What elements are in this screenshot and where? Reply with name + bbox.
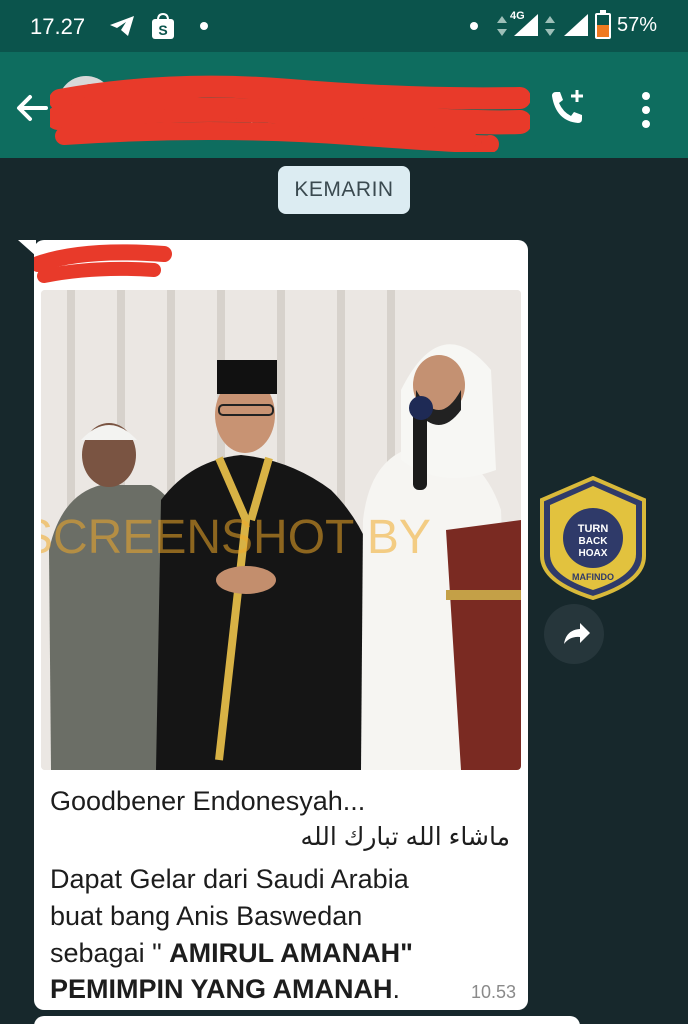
notification-dot — [470, 22, 478, 30]
message-text-bold: PEMIMPIN YANG AMANAH — [50, 974, 393, 1004]
message-bubble[interactable]: SCREENSHOT BY Goodbener Endonesyah... ما… — [34, 240, 528, 1010]
message-text-line: Goodbener Endonesyah... — [50, 786, 366, 816]
chat-header: Anggota ketik nama di Ko... — [0, 52, 688, 158]
message-text-span: sebagai " — [50, 938, 170, 968]
next-message-bubble[interactable] — [34, 1016, 580, 1024]
data-arrows-icon — [544, 14, 556, 43]
more-vertical-icon — [642, 92, 650, 128]
sender-redaction — [34, 244, 172, 283]
overflow-menu-button[interactable] — [636, 88, 656, 132]
phone-plus-icon — [552, 90, 583, 123]
svg-text:TURN: TURN — [578, 523, 609, 535]
shopee-icon: S — [150, 12, 176, 45]
battery-icon — [594, 10, 612, 45]
message-text-bold: AMIRUL AMANAH" — [169, 938, 413, 968]
signal-icon — [512, 14, 542, 43]
message-text-line: buat bang Anis Baswedan — [50, 901, 363, 931]
notification-dot — [200, 22, 208, 30]
svg-text:S: S — [158, 22, 167, 38]
message-text-arabic: ماشاء الله تبارك الله — [300, 823, 510, 851]
message-timestamp: 10.53 — [470, 982, 516, 1002]
photo-watermark: SCREENSHOT BY — [41, 511, 431, 564]
data-arrows-icon — [496, 14, 508, 43]
badge-label: MAFINDO — [572, 572, 614, 582]
forward-button[interactable] — [544, 604, 604, 664]
forward-arrow-icon — [564, 623, 590, 644]
clock: 17.27 — [30, 14, 86, 39]
mafindo-badge-logo: TURN BACK HOAX MAFINDO — [540, 476, 646, 600]
signal-icon — [562, 14, 592, 43]
battery-percent: 57% — [617, 14, 658, 36]
arrow-left-icon — [17, 95, 48, 121]
status-bar: 17.27 S 4G 57% — [0, 0, 688, 52]
message-text-line: Dapat Gelar dari Saudi Arabia — [50, 864, 409, 894]
message-text-line: sebagai " AMIRUL AMANAH" — [50, 938, 413, 969]
message-text-span: . — [392, 974, 401, 1004]
redaction-scribble — [50, 75, 530, 152]
back-button[interactable] — [12, 88, 52, 128]
message-photo[interactable]: SCREENSHOT BY — [41, 290, 521, 770]
add-call-button[interactable] — [544, 86, 588, 130]
svg-text:BACK: BACK — [579, 536, 609, 547]
message-text-line: PEMIMPIN YANG AMANAH. — [50, 974, 400, 1005]
chat-area[interactable]: KEMARIN SCREENSHOT BY Goodbener Endonesy… — [0, 158, 688, 1024]
date-separator: KEMARIN — [278, 166, 410, 214]
svg-text:HOAX: HOAX — [579, 548, 608, 559]
telegram-icon — [108, 14, 136, 43]
